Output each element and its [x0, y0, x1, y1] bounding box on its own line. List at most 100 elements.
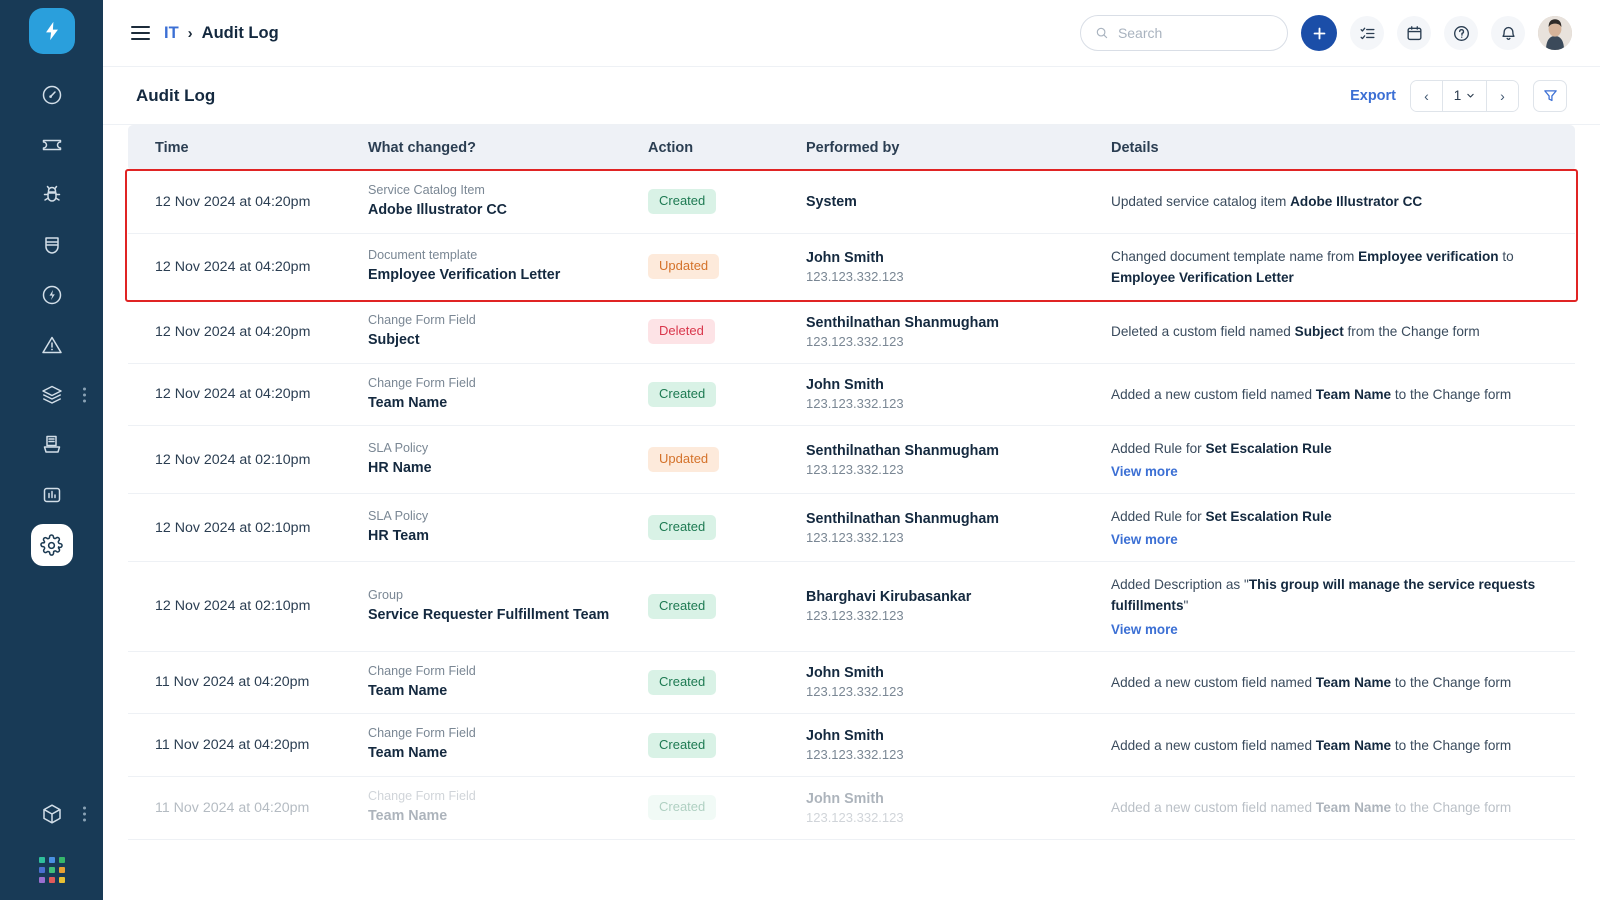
- view-more-link[interactable]: View more: [1111, 622, 1178, 637]
- status-badge: Created: [648, 795, 717, 821]
- next-page-button[interactable]: ›: [1487, 80, 1518, 111]
- table-row[interactable]: 12 Nov 2024 at 02:10pm SLA Policy HR Name U…: [128, 425, 1575, 495]
- column-header-details[interactable]: Details: [1111, 125, 1575, 171]
- row-entity-type: SLA Policy: [368, 440, 429, 455]
- cell-performed-by: Senthilnathan Shanmugham 123.123.332.123: [806, 493, 1111, 563]
- bug-icon: [43, 185, 60, 202]
- table-row[interactable]: 11 Nov 2024 at 04:20pm Change Form Field T…: [128, 776, 1575, 840]
- row-entity-type: Document template: [368, 247, 478, 262]
- table-row[interactable]: 12 Nov 2024 at 02:10pm SLA Policy HR Team C…: [128, 493, 1575, 563]
- column-header-action[interactable]: Action: [648, 125, 806, 171]
- cell-what-changed: Service Catalog Item Adobe Illustrator CC: [368, 171, 648, 234]
- sidebar-item-knowledge-base[interactable]: [0, 420, 103, 470]
- hamburger-icon[interactable]: [131, 26, 150, 40]
- cell-time: 12 Nov 2024 at 02:10pm: [128, 493, 368, 563]
- projects-more-dots[interactable]: [83, 387, 86, 403]
- tasks-button[interactable]: [1350, 16, 1384, 50]
- row-entity-name: Team Name: [368, 807, 448, 824]
- audit-log-table-wrap: Time What changed? Action Performed by D…: [103, 125, 1600, 900]
- row-entity-type: Service Catalog Item: [368, 183, 485, 197]
- row-entity-name: Employee Verification Letter: [368, 266, 561, 283]
- app-grid-cell: [38, 877, 45, 883]
- row-time: 12 Nov 2024 at 04:20pm: [155, 386, 311, 403]
- row-details: Added a new custom field named Team Name…: [1111, 800, 1512, 816]
- search-input[interactable]: [1117, 25, 1273, 41]
- row-entity-name: Team Name: [368, 682, 448, 699]
- performer-name: John Smith: [806, 665, 884, 682]
- sidebar-item-changes[interactable]: [0, 270, 103, 320]
- sidebar-item-analytics[interactable]: [0, 470, 103, 520]
- performer-ip: 123.123.332.123: [806, 747, 904, 763]
- app-grid-cell: [58, 867, 65, 873]
- prev-page-button[interactable]: ‹: [1411, 80, 1442, 111]
- table-row[interactable]: 12 Nov 2024 at 04:20pm Change Form Field T…: [128, 363, 1575, 427]
- table-row[interactable]: 12 Nov 2024 at 04:20pm Service Catalog It…: [128, 171, 1575, 234]
- table-row[interactable]: 12 Nov 2024 at 04:20pm Change Form Field S…: [128, 300, 1575, 364]
- cell-details: Changed document template name from Empl…: [1111, 233, 1575, 301]
- sidebar-item-assets[interactable]: [0, 220, 103, 270]
- cell-time: 12 Nov 2024 at 02:10pm: [128, 425, 368, 495]
- analytics-icon: [43, 487, 60, 503]
- view-more-link[interactable]: View more: [1111, 464, 1178, 479]
- sidebar-item-projects[interactable]: [0, 370, 103, 420]
- user-avatar[interactable]: [1538, 16, 1572, 50]
- column-header-what-changed[interactable]: What changed?: [368, 125, 648, 171]
- column-header-performed-by[interactable]: Performed by: [806, 125, 1111, 171]
- sidebar-item-problems[interactable]: [0, 170, 103, 220]
- add-button[interactable]: [1301, 15, 1337, 51]
- performer-name: Senthilnathan Shanmugham: [806, 510, 1000, 527]
- row-details: Added a new custom field named Team Name…: [1111, 386, 1512, 402]
- sidebar-item-marketplace[interactable]: [0, 788, 103, 840]
- sidebar-item-dashboard[interactable]: [0, 70, 103, 120]
- table-row[interactable]: 11 Nov 2024 at 04:20pm Change Form Field T…: [128, 713, 1575, 777]
- status-badge: Updated: [648, 254, 720, 280]
- sidebar-item-releases[interactable]: [0, 320, 103, 370]
- row-time: 11 Nov 2024 at 04:20pm: [155, 674, 310, 691]
- cell-details: Added Rule for Set Escalation Rule View m…: [1111, 493, 1575, 563]
- cell-details: Added a new custom field named Team Name…: [1111, 713, 1575, 777]
- sidebar-item-tickets[interactable]: [0, 120, 103, 170]
- row-entity-type: Change Form Field: [368, 726, 476, 741]
- app-grid-cell: [38, 867, 45, 873]
- row-entity-name: Adobe Illustrator CC: [368, 202, 508, 218]
- cell-action: Created: [648, 171, 806, 234]
- sidebar-item-admin[interactable]: [0, 520, 103, 570]
- row-time: 12 Nov 2024 at 02:10pm: [155, 451, 311, 468]
- shield-icon: [44, 237, 59, 254]
- filter-button[interactable]: [1533, 79, 1567, 112]
- cell-what-changed: Group Service Requester Fulfillment Team: [368, 561, 648, 652]
- row-details: Added a new custom field named Team Name…: [1111, 737, 1512, 753]
- table-row[interactable]: 12 Nov 2024 at 02:10pm Group Service Reque…: [128, 561, 1575, 652]
- performer-ip: 123.123.332.123: [806, 684, 904, 700]
- breadcrumb-root[interactable]: IT: [164, 24, 179, 43]
- view-more-link[interactable]: View more: [1111, 532, 1178, 547]
- page-header-actions: Export ‹ 1 ›: [1350, 79, 1567, 112]
- cell-what-changed: Change Form Field Team Name: [368, 651, 648, 715]
- cell-time: 12 Nov 2024 at 04:20pm: [128, 300, 368, 364]
- calendar-button[interactable]: [1397, 16, 1431, 50]
- performer-name: System: [806, 193, 857, 210]
- performer-ip: 123.123.332.123: [806, 608, 904, 624]
- export-button[interactable]: Export: [1350, 88, 1396, 104]
- search-box[interactable]: [1080, 15, 1288, 51]
- page-number-select[interactable]: 1: [1443, 81, 1486, 111]
- cell-details: Added a new custom field named Team Name…: [1111, 363, 1575, 427]
- marketplace-more-dots[interactable]: [83, 806, 86, 822]
- app-logo[interactable]: [28, 8, 75, 54]
- cell-what-changed: Change Form Field Team Name: [368, 776, 648, 840]
- row-details: Updated service catalog item Adobe Illus…: [1111, 194, 1423, 210]
- table-row[interactable]: 11 Nov 2024 at 04:20pm Change Form Field T…: [128, 651, 1575, 715]
- row-entity-name: Team Name: [368, 745, 448, 762]
- row-entity-type: Change Form Field: [368, 788, 476, 803]
- search-icon: [1096, 27, 1108, 39]
- sidebar-bottom: [0, 788, 103, 900]
- table-row[interactable]: 12 Nov 2024 at 04:20pm Document template E…: [128, 233, 1575, 301]
- help-button[interactable]: [1444, 16, 1478, 50]
- row-details: Added Rule for Set Escalation Rule: [1111, 509, 1332, 525]
- notifications-button[interactable]: [1491, 16, 1525, 50]
- cell-what-changed: Change Form Field Team Name: [368, 363, 648, 427]
- sidebar-item-app-switcher[interactable]: [0, 840, 103, 900]
- page-header: Audit Log Export ‹ 1 ›: [103, 67, 1600, 125]
- column-header-time[interactable]: Time: [128, 125, 368, 171]
- layers-icon: [41, 385, 62, 404]
